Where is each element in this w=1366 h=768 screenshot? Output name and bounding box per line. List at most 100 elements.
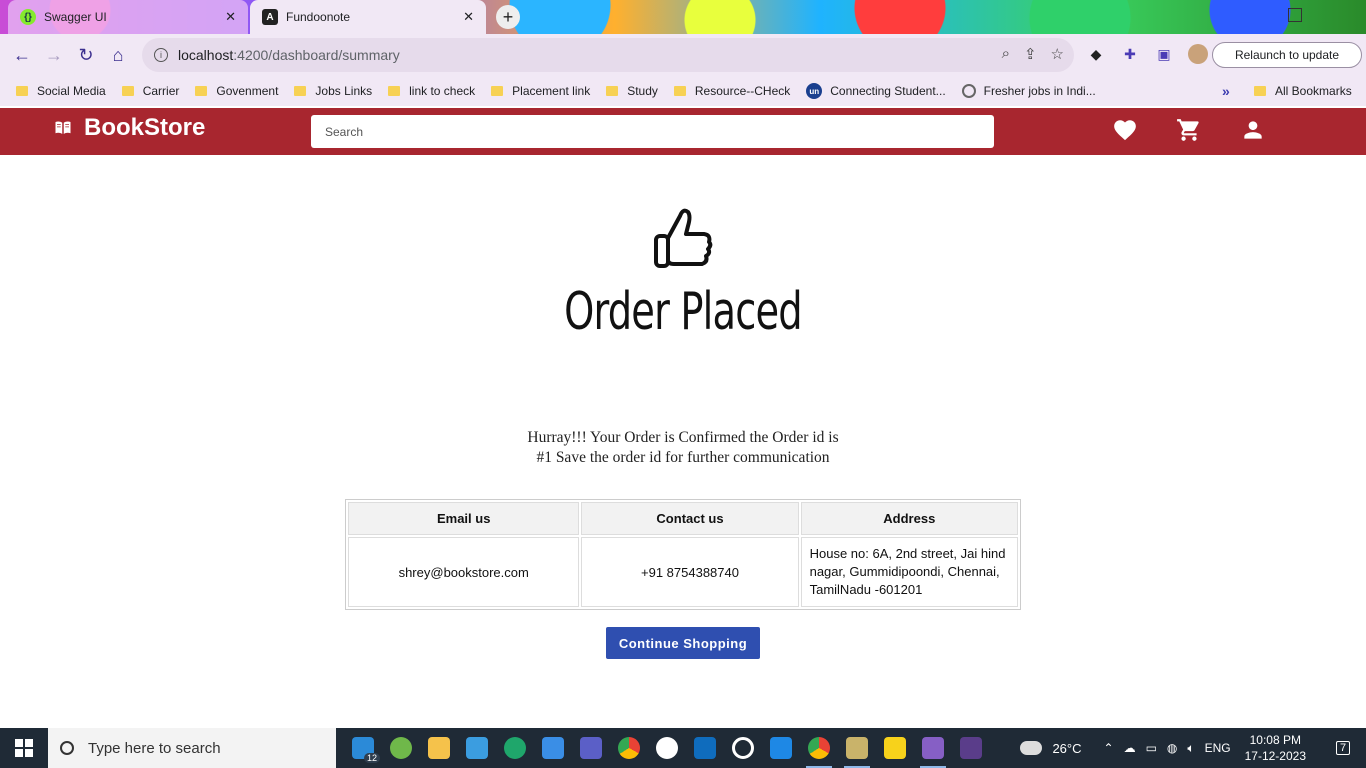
taskbar-settings[interactable] bbox=[724, 728, 762, 768]
chevron-up-icon[interactable]: ⌃ bbox=[1104, 741, 1114, 756]
bookmark-social-media[interactable]: Social Media bbox=[16, 84, 106, 98]
bookmark-placement-link[interactable]: Placement link bbox=[491, 84, 590, 98]
notification-center-icon[interactable]: 7 bbox=[1326, 741, 1360, 755]
taskbar-vscode-insiders[interactable]: 12 bbox=[344, 728, 382, 768]
folder-icon bbox=[195, 86, 208, 96]
taskbar-store[interactable] bbox=[458, 728, 496, 768]
bookmark-resource-check[interactable]: Resource--CHeck bbox=[673, 84, 790, 98]
header-contact: Contact us bbox=[581, 502, 799, 535]
un-logo-icon: un bbox=[806, 83, 823, 99]
search-input[interactable] bbox=[311, 115, 994, 148]
taskbar-chrome-profile[interactable] bbox=[800, 728, 838, 768]
bookmarks-bar: Social Media Carrier Govenment Jobs Link… bbox=[0, 76, 1366, 106]
folder-icon bbox=[1254, 86, 1266, 96]
cloud-offline-icon[interactable]: ☁ bbox=[1124, 741, 1136, 756]
extension-icon[interactable]: ◆ bbox=[1086, 44, 1106, 64]
side-panel-icon[interactable]: ▣ bbox=[1154, 44, 1174, 64]
profile-avatar[interactable] bbox=[1188, 44, 1208, 64]
taskbar-whatsapp[interactable] bbox=[648, 728, 686, 768]
android-icon bbox=[390, 737, 412, 759]
outlook-icon bbox=[694, 737, 716, 759]
order-confirmation-message: Hurray!!! Your Order is Confirmed the Or… bbox=[527, 429, 839, 466]
taskbar-android-app[interactable] bbox=[382, 728, 420, 768]
new-tab-button[interactable]: + bbox=[496, 5, 520, 29]
bookmark-connecting-student[interactable]: un Connecting Student... bbox=[806, 83, 946, 99]
address-bar[interactable]: i localhost:4200/dashboard/summary ⌕ ⇪ ☆ bbox=[142, 38, 1074, 72]
bookmark-carrier[interactable]: Carrier bbox=[121, 84, 180, 98]
bookmark-label: Carrier bbox=[142, 84, 180, 98]
taskbar-mail[interactable] bbox=[534, 728, 572, 768]
brand-logo[interactable]: BookStore bbox=[54, 114, 205, 142]
table-row: shrey@bookstore.com +91 8754388740 House… bbox=[348, 537, 1018, 607]
extensions-puzzle-icon[interactable]: ✚ bbox=[1120, 44, 1140, 64]
vscode-badge: 12 bbox=[363, 753, 380, 763]
folder-icon bbox=[16, 86, 28, 96]
taskbar-file-explorer[interactable] bbox=[420, 728, 458, 768]
window-restore-icon[interactable] bbox=[1288, 8, 1302, 22]
site-info-icon[interactable]: i bbox=[154, 48, 168, 62]
close-tab-icon[interactable]: ✕ bbox=[463, 9, 474, 25]
network-globe-icon[interactable]: ◍ bbox=[1167, 741, 1177, 756]
vscode-icon bbox=[770, 737, 792, 759]
globe-icon bbox=[961, 84, 976, 98]
taskbar-teams[interactable] bbox=[572, 728, 610, 768]
folder-icon bbox=[428, 737, 450, 759]
book-icon bbox=[55, 121, 71, 134]
home-icon[interactable]: ⌂ bbox=[102, 39, 134, 71]
taskbar-sql-tool[interactable] bbox=[838, 728, 876, 768]
back-icon[interactable]: ← bbox=[6, 39, 38, 71]
taskbar-sticky-notes[interactable] bbox=[876, 728, 914, 768]
bookmark-fresher-jobs[interactable]: Fresher jobs in Indi... bbox=[961, 84, 1096, 98]
url-host: localhost bbox=[178, 47, 234, 63]
clock-time: 10:08 PM bbox=[1249, 733, 1301, 747]
browser-tab-strip: {} Swagger UI ✕ A Fundoonote ✕ + bbox=[0, 0, 1366, 34]
bookmark-jobs-links[interactable]: Jobs Links bbox=[294, 84, 372, 98]
windows-start-icon[interactable] bbox=[0, 728, 48, 768]
teams-icon bbox=[580, 737, 602, 759]
table-header-row: Email us Contact us Address bbox=[348, 502, 1018, 535]
order-placed-title: Order Placed bbox=[564, 282, 802, 342]
taskbar-edge[interactable] bbox=[496, 728, 534, 768]
language-indicator[interactable]: ENG bbox=[1205, 741, 1231, 756]
profile-icon[interactable] bbox=[1240, 117, 1266, 143]
swagger-icon: {} bbox=[20, 9, 36, 25]
all-bookmarks[interactable]: All Bookmarks bbox=[1254, 84, 1352, 98]
windows-taskbar: Type here to search 12 26°C ⌃ ☁ ▭ ◍ 🔈︎ E… bbox=[0, 728, 1366, 768]
close-tab-icon[interactable]: ✕ bbox=[225, 9, 236, 25]
angular-icon: A bbox=[262, 9, 278, 25]
taskbar-chrome[interactable] bbox=[610, 728, 648, 768]
share-icon[interactable]: ⇪ bbox=[1024, 45, 1037, 63]
bookmark-link-to-check[interactable]: link to check bbox=[388, 84, 475, 98]
thumbs-up-icon bbox=[654, 208, 713, 268]
zoom-icon[interactable]: ⌕ bbox=[1002, 45, 1010, 63]
forward-icon[interactable]: → bbox=[38, 39, 70, 71]
cart-icon[interactable] bbox=[1176, 117, 1202, 143]
taskbar-terminal[interactable] bbox=[952, 728, 990, 768]
volume-icon[interactable]: 🔈︎ bbox=[1187, 741, 1194, 756]
app-header: BookStore bbox=[0, 108, 1366, 155]
tab-swagger-ui[interactable]: {} Swagger UI ✕ bbox=[8, 0, 248, 34]
folder-icon bbox=[294, 86, 307, 96]
notification-count: 7 bbox=[1335, 741, 1351, 755]
taskbar-clock[interactable]: 10:08 PM 17-12-2023 bbox=[1245, 732, 1306, 764]
battery-icon[interactable]: ▭ bbox=[1146, 741, 1157, 756]
taskbar-search-box[interactable]: Type here to search bbox=[48, 728, 336, 768]
taskbar-outlook[interactable] bbox=[686, 728, 724, 768]
bookmark-study[interactable]: Study bbox=[606, 84, 658, 98]
weather-widget[interactable]: 26°C bbox=[1020, 740, 1082, 756]
reload-icon[interactable]: ↻ bbox=[70, 39, 102, 71]
wishlist-heart-icon[interactable] bbox=[1112, 117, 1138, 143]
bookmark-govenment[interactable]: Govenment bbox=[195, 84, 278, 98]
relaunch-button[interactable]: Relaunch to update bbox=[1212, 42, 1362, 68]
bookmark-label: link to check bbox=[409, 84, 476, 98]
header-address: Address bbox=[800, 502, 1018, 535]
weather-temp: 26°C bbox=[1052, 740, 1082, 756]
continue-shopping-button[interactable]: Continue Shopping bbox=[606, 627, 760, 659]
bookmark-star-icon[interactable]: ☆ bbox=[1051, 45, 1064, 63]
taskbar-vscode[interactable] bbox=[762, 728, 800, 768]
whatsapp-icon bbox=[656, 737, 678, 759]
bookmarks-overflow-icon[interactable]: » bbox=[1222, 83, 1230, 99]
tab-fundoonote[interactable]: A Fundoonote ✕ bbox=[250, 0, 486, 34]
taskbar-visual-studio[interactable] bbox=[914, 728, 952, 768]
cloud-sun-icon bbox=[1020, 741, 1043, 755]
